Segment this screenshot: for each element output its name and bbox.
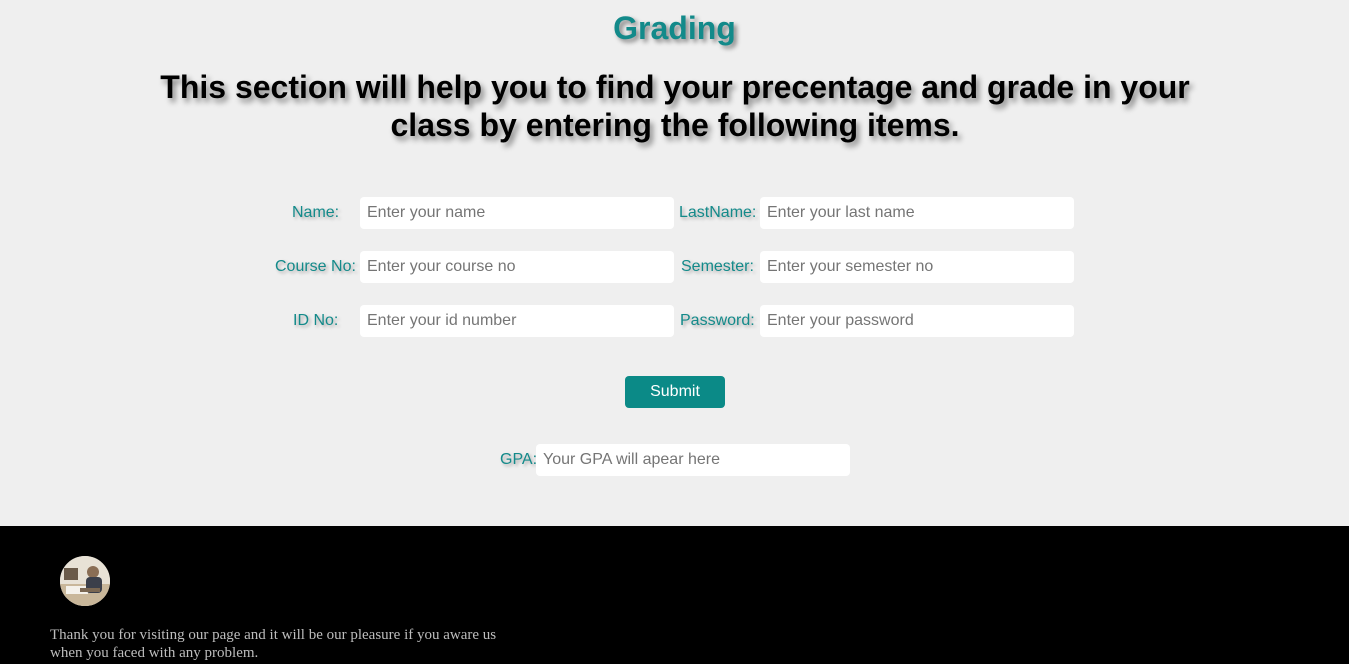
lastname-input[interactable]	[760, 197, 1074, 229]
page-subtitle: This section will help you to find your …	[160, 69, 1190, 143]
semester-label: Semester:	[681, 258, 754, 275]
submit-button[interactable]: Submit	[625, 376, 725, 408]
semester-input[interactable]	[760, 251, 1074, 283]
avatar-photo-icon	[60, 556, 110, 606]
footer: Thank you for visiting our page and it w…	[0, 526, 1349, 664]
name-label: Name:	[292, 204, 340, 221]
course-no-label: Course No:	[275, 258, 356, 275]
password-label: Password:	[680, 312, 755, 329]
page-title: Grading	[613, 10, 736, 46]
avatar	[60, 556, 110, 606]
gpa-label: GPA:	[500, 451, 538, 468]
id-no-label: ID No:	[293, 312, 339, 329]
grading-page: Grading This section will help you to fi…	[0, 0, 1349, 664]
password-input[interactable]	[760, 305, 1074, 337]
lastname-label: LastName:	[679, 204, 757, 221]
footer-message: Thank you for visiting our page and it w…	[50, 627, 497, 661]
course-no-input[interactable]	[360, 251, 674, 283]
id-no-input[interactable]	[360, 305, 674, 337]
name-input[interactable]	[360, 197, 674, 229]
gpa-output[interactable]	[536, 444, 850, 476]
